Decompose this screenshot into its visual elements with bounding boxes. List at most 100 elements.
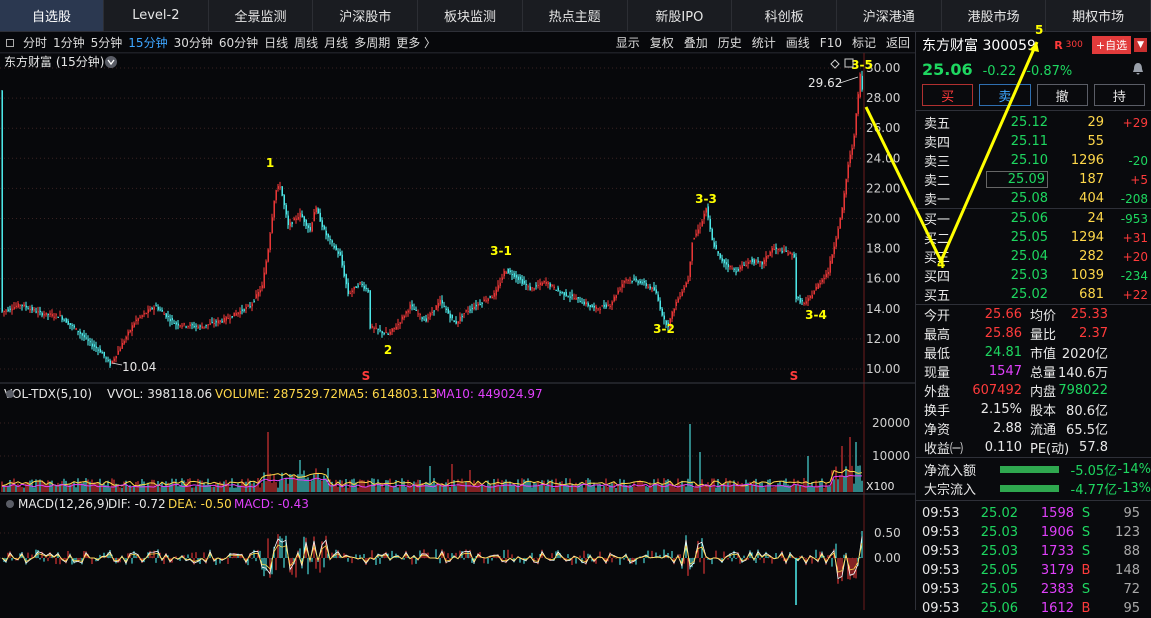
macd-dea: DEA: -0.50 [168,497,232,511]
macd-axis-tick: 0.00 [874,551,901,565]
tool-8[interactable]: 返回 [881,34,915,51]
panel-toggle-icon[interactable] [6,38,14,47]
candle-body [159,309,161,311]
tick-count: 72 [1123,582,1140,597]
kline-chart-svg[interactable]: 30.0028.0026.0024.0022.0020.0018.0016.00… [0,52,915,610]
period-6[interactable]: 日线 [261,34,291,51]
period-0[interactable]: 分时 [20,34,50,51]
tick-row: 09:53 25.05 3179 B 148 [916,561,1151,580]
tool-7[interactable]: 标记 [847,34,881,51]
trade-button-1[interactable]: 卖 [979,84,1031,106]
candle-body [685,282,687,288]
dropdown-arrow-icon[interactable]: ▼ [1134,38,1147,52]
high-price-label: 29.62 [808,76,842,90]
bid-row: 买二 25.05 1294 +31 [916,228,1151,247]
level-price: 25.04 [1010,249,1048,264]
candle-body [259,290,261,293]
candle-body [95,346,97,349]
tick-row: 09:53 25.02 1598 S 95 [916,504,1151,523]
trade-button-0[interactable]: 买 [922,84,974,106]
period-8[interactable]: 月线 [321,34,351,51]
tool-6[interactable]: F10 [815,36,847,50]
nav-tab-9[interactable]: 港股市场 [942,0,1047,31]
macd-panel-name: MACD(12,26,9) [18,497,109,511]
candle-body [439,299,441,305]
candle-body [257,291,259,297]
candle-body [637,281,639,283]
tool-0[interactable]: 显示 [611,34,645,51]
tool-5[interactable]: 画线 [781,34,815,51]
macd-axis-tick: 0.50 [874,526,901,540]
candle-body [687,279,689,283]
nav-tab-1[interactable]: Level-2 [104,0,209,31]
nav-tab-3[interactable]: 沪深股市 [313,0,419,31]
chart-area[interactable]: 30.00 28.00 26.00 24.00 22.00 20.00 18.00 16.00… [0,52,915,610]
candle-body [547,282,549,285]
candle-body [767,255,769,257]
vol-settings-icon[interactable] [6,390,14,398]
candle-body [469,309,471,311]
stat-value: 2.88 [993,421,1022,436]
bell-icon[interactable] [1131,62,1145,76]
candle-body [839,217,841,229]
candle-body [647,286,649,288]
ask-row: 卖四 25.11 55 [916,132,1151,151]
candle-body [793,254,795,258]
tool-1[interactable]: 复权 [645,34,679,51]
candle-body [571,294,573,297]
add-watchlist-button[interactable]: +自选 [1091,36,1132,54]
nav-tab-8[interactable]: 沪深港通 [837,0,942,31]
candle-body [389,331,391,335]
chart-settings-icon[interactable] [105,56,117,68]
candle-body [497,285,499,291]
candle-body [399,322,401,325]
candle-body [35,311,37,313]
tool-4[interactable]: 统计 [747,34,781,51]
tool-2[interactable]: 叠加 [679,34,713,51]
period-4[interactable]: 30分钟 [171,34,216,51]
candle-body [177,323,179,326]
nav-tab-2[interactable]: 全景监测 [209,0,314,31]
flow-row: 大宗流入 -4.77亿 -13% [916,479,1151,498]
nav-tab-10[interactable]: 期权市场 [1046,0,1151,31]
period-9[interactable]: 多周期 [351,34,393,51]
nav-tab-4[interactable]: 板块监测 [418,0,523,31]
candle-body [805,301,807,304]
candle-body [85,337,87,339]
period-10[interactable]: 更多 〉 [393,34,439,51]
period-2[interactable]: 5分钟 [88,34,126,51]
tick-volume: 1598 [1040,506,1074,521]
trade-button-2[interactable]: 撤 [1036,84,1088,106]
period-3[interactable]: 15分钟 [125,34,170,51]
candle-body [653,287,655,291]
candle-body [403,315,405,318]
candle-body [119,348,121,352]
diamond-icon[interactable] [830,59,840,69]
candle-body [411,304,413,307]
nav-tab-5[interactable]: 热点主题 [523,0,628,31]
candle-body [253,300,255,302]
candle-body [447,308,449,314]
nav-tab-6[interactable]: 新股IPO [628,0,733,31]
wave-marker: 3-3 [695,192,717,206]
period-5[interactable]: 60分钟 [216,34,261,51]
candle-body [251,303,253,307]
candle-body [733,268,735,270]
nav-tab-0[interactable]: 自选股 [0,0,104,31]
trade-button-3[interactable]: 持 [1093,84,1145,106]
candle-body [735,271,737,273]
tool-3[interactable]: 历史 [713,34,747,51]
candle-body [769,251,771,256]
candle-body [675,301,677,307]
period-7[interactable]: 周线 [291,34,321,51]
period-1[interactable]: 1分钟 [50,34,88,51]
candle-body [143,313,145,315]
price-axis-tick: 22.00 [866,181,900,195]
candle-body [595,306,597,309]
candle-body [809,296,811,299]
macd-settings-icon[interactable] [6,500,14,508]
candle-body [727,264,729,268]
flow-bar [999,485,1060,492]
nav-tab-7[interactable]: 科创板 [732,0,837,31]
candle-body [577,297,579,299]
